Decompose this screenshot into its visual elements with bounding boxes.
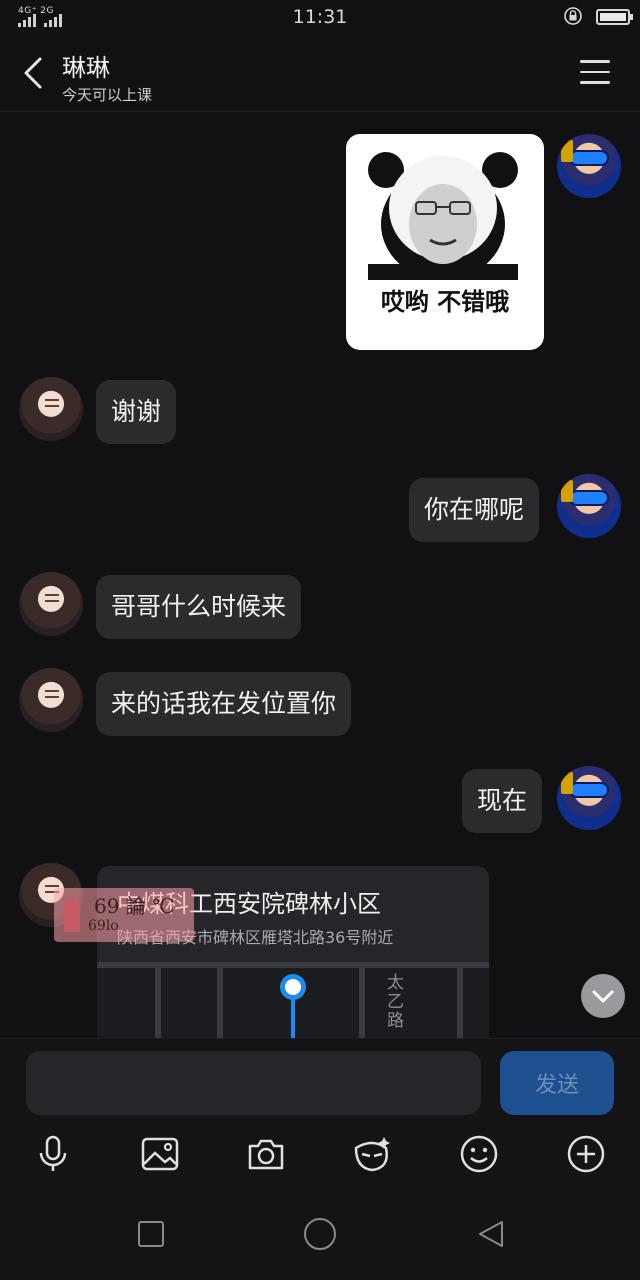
image-icon[interactable]: [140, 1134, 180, 1174]
magic-face-icon[interactable]: [352, 1134, 392, 1174]
add-more-icon[interactable]: [566, 1134, 606, 1174]
sticker-message[interactable]: 哎哟 不错哦: [346, 134, 544, 350]
input-bar: 发送: [0, 1038, 640, 1126]
contact-avatar[interactable]: [19, 668, 83, 732]
sent-message[interactable]: 现在: [462, 769, 543, 833]
send-button[interactable]: 发送: [500, 1051, 614, 1115]
camera-icon[interactable]: [246, 1134, 286, 1174]
street-label: 太乙路: [387, 973, 404, 1031]
chat-area[interactable]: 哎哟 不错哦 谢谢 你在哪呢 哥哥什么时候来 来的话我在发位置你 现在 中煤科工…: [0, 112, 640, 1038]
chat-header: 琳琳 今天可以上课: [0, 34, 640, 112]
scroll-down-button[interactable]: [581, 974, 625, 1018]
sent-message[interactable]: 你在哪呢: [409, 478, 540, 542]
location-pin-icon: [280, 974, 306, 1038]
received-message[interactable]: 来的话我在发位置你: [96, 672, 352, 736]
contact-avatar[interactable]: [19, 377, 83, 441]
panda-meme-image: [368, 152, 518, 280]
back-icon[interactable]: [476, 1219, 506, 1249]
my-avatar[interactable]: [557, 766, 621, 830]
recent-apps-icon[interactable]: [136, 1219, 166, 1249]
sticker-caption: 哎哟 不错哦: [380, 288, 510, 316]
watermark-url: 69lo: [88, 918, 119, 934]
clock: 11:31: [292, 6, 348, 28]
my-avatar[interactable]: [557, 134, 621, 198]
back-arrow-icon[interactable]: [20, 56, 46, 90]
rotation-lock-icon: [564, 7, 582, 25]
home-icon[interactable]: [303, 1217, 337, 1251]
tool-bar: [0, 1126, 640, 1186]
microphone-icon[interactable]: [33, 1134, 73, 1174]
battery-icon: [596, 9, 633, 25]
menu-icon[interactable]: [580, 60, 610, 86]
watermark: 69 論 ℃ 69lo: [54, 888, 194, 942]
chevron-down-icon: [592, 990, 614, 1003]
contact-avatar[interactable]: [19, 572, 83, 636]
contact-status: 今天可以上课: [62, 86, 153, 104]
watermark-logo-icon: [64, 898, 80, 932]
received-message[interactable]: 谢谢: [96, 380, 177, 444]
watermark-text: 69 論 ℃: [94, 894, 175, 918]
message-input[interactable]: [26, 1051, 481, 1115]
contact-name: 琳琳: [62, 54, 110, 82]
received-message[interactable]: 哥哥什么时候来: [96, 575, 302, 639]
status-bar: 4G⁺ 2G 11:31: [0, 0, 640, 34]
system-nav-bar: [0, 1186, 640, 1280]
my-avatar[interactable]: [557, 474, 621, 538]
emoji-icon[interactable]: [459, 1134, 499, 1174]
